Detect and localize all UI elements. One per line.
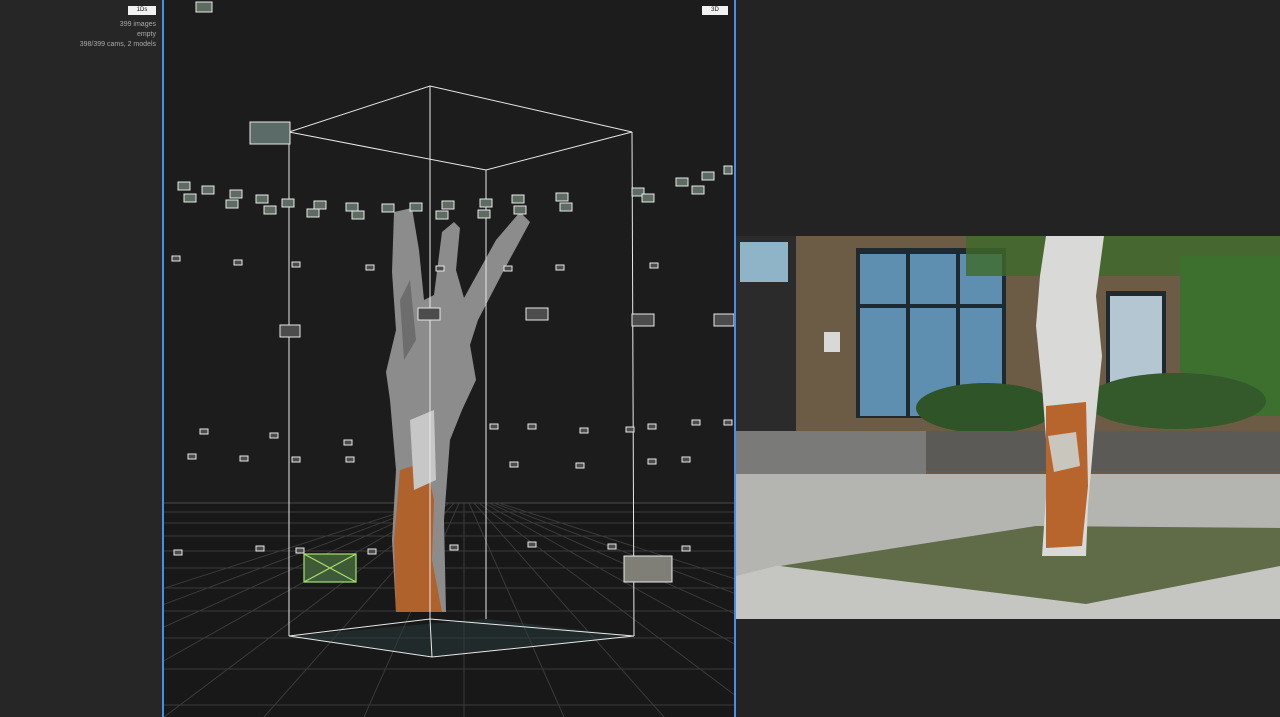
view-mode-toggle[interactable]: 3D <box>702 6 728 15</box>
left-panel: 1Ds 399 images empty 398/399 cams, 2 mod… <box>0 0 162 717</box>
dataset-state: empty <box>136 31 156 38</box>
camera-frusta[interactable] <box>177 1 733 220</box>
dataset-stats: 399 images empty 398/399 cams, 2 models <box>80 20 156 50</box>
dataset-badge[interactable]: 1Ds <box>128 6 156 15</box>
image-viewer <box>736 0 1280 717</box>
ground-grid <box>164 502 734 717</box>
selected-camera[interactable] <box>303 553 357 583</box>
3d-scene[interactable] <box>164 0 734 717</box>
camera-count: 398/399 cams, 2 models <box>79 41 156 48</box>
tree-photo-icon <box>736 236 1280 619</box>
image-count: 399 images <box>119 21 156 28</box>
3d-viewport[interactable]: 3D <box>162 0 736 717</box>
